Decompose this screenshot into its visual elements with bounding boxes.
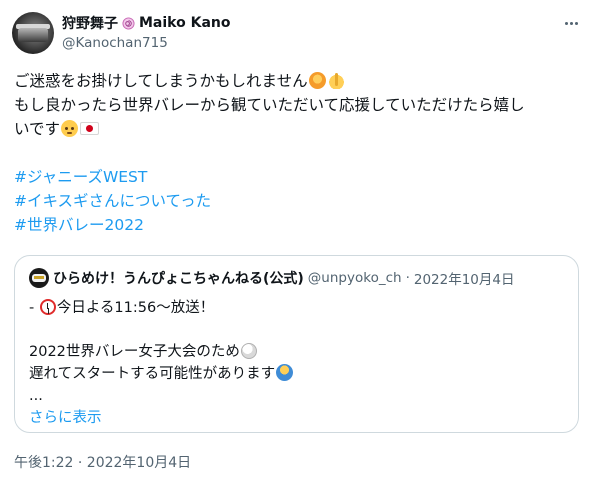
hashtag-link[interactable]: #ジャニーズWEST: [14, 165, 589, 189]
alarm-clock-icon: [39, 299, 56, 315]
avatar-scene: [18, 28, 48, 42]
quoted-line-1-text: 今日よる11:56〜放送！: [56, 300, 215, 316]
tweet-line-3-text: いです: [14, 120, 61, 138]
quoted-tweet-card[interactable]: ひらめけ！うんぴょこちゃんねる(公式) @unpyoko_ch · 2022年1…: [14, 255, 579, 433]
quoted-date: 2022年10月4日: [413, 272, 515, 288]
quoted-line-2-text: 2022世界バレー女子大会のため: [29, 344, 240, 360]
swirl-icon: [122, 16, 135, 30]
quoted-tweet-header: ひらめけ！うんぴょこちゃんねる(公式) @unpyoko_ch · 2022年1…: [29, 268, 514, 288]
hashtag-link[interactable]: #イキスギさんについてった: [14, 189, 589, 213]
hashtag-link[interactable]: #世界バレー2022: [14, 213, 589, 237]
person-bowing-icon: [276, 364, 294, 381]
show-more-link[interactable]: さらに表示: [29, 407, 564, 429]
quoted-separator: ·: [405, 270, 410, 286]
tweet: 狩野舞子 Maiko Kano @Kanochan715 ご迷惑をお掛けしてしま…: [0, 0, 605, 479]
more-dot: [569, 21, 573, 25]
author-name-row: 狩野舞子 Maiko Kano: [62, 13, 231, 33]
pleading-face-icon: [61, 120, 79, 137]
more-dot: [574, 21, 578, 25]
folded-hands-icon: [327, 72, 345, 89]
more-icon[interactable]: [562, 14, 580, 32]
author-avatar[interactable]: [12, 12, 54, 54]
quoted-line-1-prefix: -: [29, 300, 39, 316]
japan-flag-icon: [80, 122, 100, 135]
volleyball-icon: [240, 343, 257, 359]
tweet-line-3: いです: [14, 117, 589, 141]
quoted-avatar: [29, 268, 49, 288]
quoted-display-name: ひらめけ！うんぴょこちゃんねる(公式): [53, 271, 304, 287]
author-display-name[interactable]: 狩野舞子: [62, 13, 118, 33]
more-dot: [564, 21, 568, 25]
quoted-handle: @unpyoko_ch: [307, 270, 402, 286]
quoted-line-3: 遅れてスタートする可能性があります: [29, 363, 564, 385]
tweet-timestamp[interactable]: 午後1:22 · 2022年10月4日: [14, 452, 191, 472]
quoted-line-4: ...: [29, 388, 43, 404]
tweet-text: ご迷惑をお掛けしてしまうかもしれません もし良かったら世界バレーから観ていただい…: [14, 69, 589, 237]
author-handle[interactable]: @Kanochan715: [62, 35, 168, 51]
quoted-tweet-text: - 今日よる11:56〜放送！ 2022世界バレー女子大会のため 遅れてスタート…: [29, 297, 564, 429]
tweet-line-2: もし良かったら世界バレーから観ていただいて応援していただけたら嬉し: [14, 96, 525, 114]
tweet-line-1: ご迷惑をお掛けしてしまうかもしれません: [14, 69, 589, 93]
quoted-line-1: - 今日よる11:56〜放送！: [29, 297, 564, 319]
tweet-line-1-text: ご迷惑をお掛けしてしまうかもしれません: [14, 72, 308, 90]
quoted-line-3-text: 遅れてスタートする可能性があります: [29, 366, 276, 382]
quoted-line-2: 2022世界バレー女子大会のため: [29, 341, 564, 363]
author-display-name-en[interactable]: Maiko Kano: [139, 15, 231, 31]
person-gesturing-icon: [308, 72, 326, 89]
